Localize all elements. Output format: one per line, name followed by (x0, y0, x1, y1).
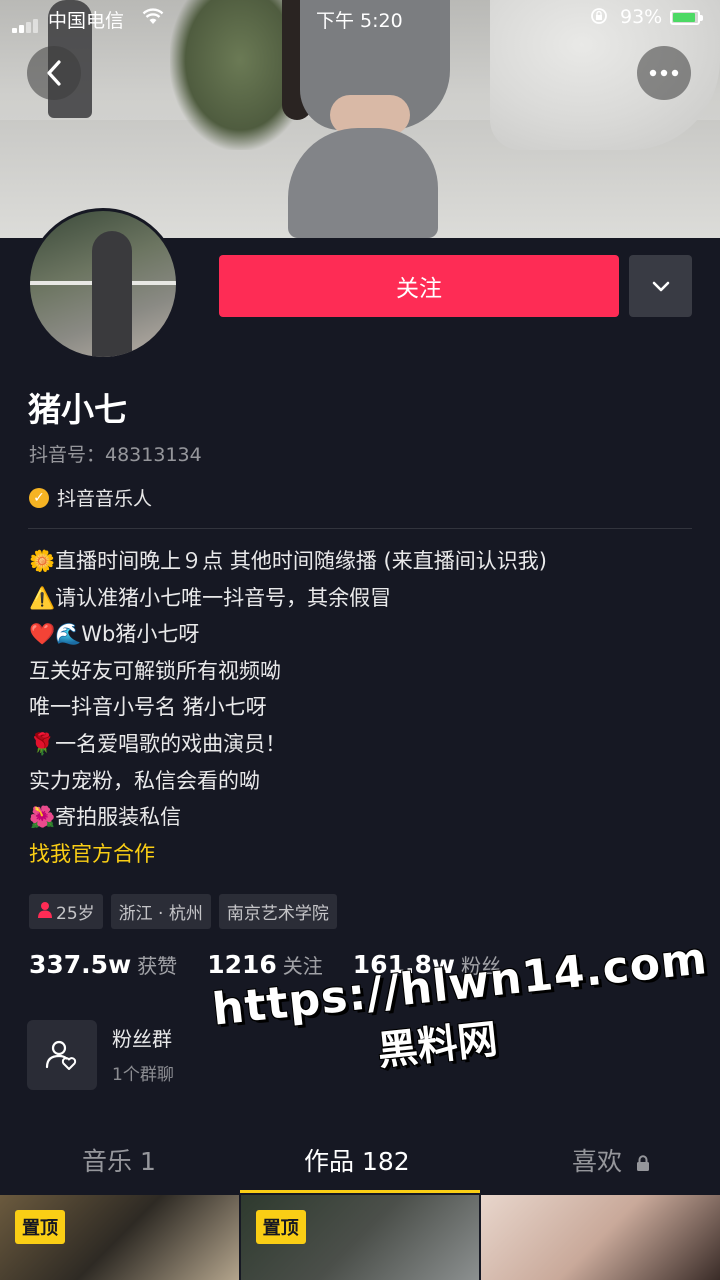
bio-line: 🌹一名爱唱歌的戏曲演员！ (29, 731, 287, 756)
school-tag[interactable]: 南京艺术学院 (218, 894, 337, 929)
tab-works[interactable]: 作品 182 (304, 1142, 410, 1178)
bio-line: ❤️🌊Wb猪小七呀 (29, 622, 200, 647)
bio-line: 🌺寄拍服装私信 (29, 805, 182, 830)
signal-icon (12, 11, 40, 33)
chevron-left-icon (47, 60, 61, 86)
female-icon (37, 901, 53, 922)
badge-label: 抖音音乐人 (57, 488, 153, 510)
video-grid: 置顶 置顶 (0, 1195, 720, 1280)
avatar-figure (92, 231, 132, 357)
wifi-icon (142, 8, 164, 30)
lock-icon (636, 1155, 649, 1171)
content-tabs: 音乐 1 作品 182 喜欢 (0, 1128, 720, 1193)
bio-line: 唯一抖音小号名 猪小七呀 (29, 695, 267, 720)
rotation-lock-icon (590, 7, 608, 30)
people-heart-icon (45, 1040, 77, 1070)
pinned-badge: 置顶 (15, 1210, 65, 1244)
check-badge-icon: ✓ (29, 487, 49, 508)
carrier-label: 中国电信 (48, 10, 125, 32)
clock: 下午 5:20 (316, 10, 403, 32)
fan-group-subtitle: 1个群聊 (112, 1065, 174, 1085)
back-button[interactable] (27, 46, 81, 100)
battery-percent: 93% (620, 6, 663, 28)
more-dots-icon (649, 69, 679, 77)
stat-likes[interactable]: 337.5w 获赞 (29, 950, 177, 979)
bio: 🌼直播时间晚上９点 其他时间随缘播 (来直播间认识我) ⚠️请认准猪小七唯一抖音… (29, 543, 699, 872)
avatar[interactable] (27, 208, 179, 360)
stat-number: 337.5w (29, 950, 132, 979)
video-thumbnail[interactable] (481, 1195, 720, 1280)
fan-group-title: 粉丝群 (112, 1027, 172, 1051)
bio-line: 🌼直播时间晚上９点 其他时间随缘播 (来直播间认识我) (29, 549, 547, 573)
battery-icon (670, 10, 703, 25)
pinned-badge: 置顶 (255, 1210, 306, 1244)
bio-line: ⚠️请认准猪小七唯一抖音号，其余假冒 (29, 585, 392, 610)
video-thumbnail[interactable]: 置顶 (0, 1195, 239, 1280)
tab-likes-label: 喜欢 (572, 1147, 623, 1176)
divider (28, 528, 692, 529)
follow-button[interactable]: 关注 (219, 255, 619, 317)
tab-music[interactable]: 音乐 1 (82, 1142, 156, 1178)
bio-line: 实力宠粉，私信会看的呦 (29, 768, 260, 793)
video-thumbnail[interactable]: 置顶 (240, 1195, 480, 1280)
musician-badge[interactable]: ✓ 抖音音乐人 (29, 484, 152, 511)
more-button[interactable] (637, 46, 691, 100)
business-link[interactable]: 找我官方合作 (29, 836, 699, 873)
tab-likes[interactable]: 喜欢 (572, 1142, 650, 1178)
age-tag: 25岁 (29, 894, 103, 929)
location-tag[interactable]: 浙江 · 杭州 (110, 894, 211, 929)
age-label: 25岁 (56, 904, 95, 924)
profile-name: 猪小七 (28, 390, 127, 429)
profile-tags: 25岁 浙江 · 杭州 南京艺术学院 (29, 894, 337, 929)
stat-number: 1216 (207, 950, 277, 979)
tab-active-indicator (240, 1190, 480, 1193)
chevron-down-icon (652, 281, 669, 292)
bio-line: 互关好友可解锁所有视频呦 (29, 658, 281, 683)
status-bar: 中国电信 下午 5:20 93% (0, 0, 720, 36)
fan-group-icon-box (27, 1020, 97, 1090)
recommend-dropdown-button[interactable] (629, 255, 692, 317)
stat-label: 获赞 (137, 954, 178, 978)
douyin-id[interactable]: 抖音号：48313134 (29, 440, 202, 467)
